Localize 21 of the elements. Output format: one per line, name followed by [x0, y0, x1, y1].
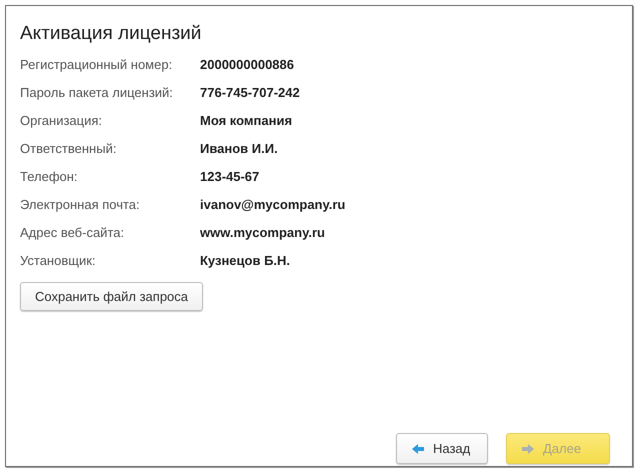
save-request-button[interactable]: Сохранить файл запроса — [20, 282, 204, 311]
field-value: 2000000000886 — [200, 56, 295, 74]
field-label: Адрес веб-сайта: — [20, 224, 126, 242]
field-label: Регистрационный номер: — [20, 56, 174, 74]
field-value: Кузнецов Б.Н. — [200, 252, 292, 270]
field-label: Ответственный: — [20, 140, 118, 158]
field-label: Телефон: — [20, 168, 79, 186]
field-value: 776-745-707-242 — [200, 84, 301, 102]
back-button[interactable]: Назад — [396, 433, 488, 464]
field-label: Организация: — [20, 112, 104, 130]
right-arrow-icon — [521, 442, 535, 454]
field-value: ivanov@mycompany.ru — [200, 196, 346, 214]
field-value: Иванов И.И. — [200, 140, 279, 158]
field-label: Электронная почта: — [20, 196, 141, 214]
window-title: Активация лицензий — [20, 23, 202, 45]
field-value: 123-45-67 — [200, 168, 260, 186]
field-value: Моя компания — [200, 112, 294, 130]
field-label: Пароль пакета лицензий: — [20, 84, 174, 102]
field-label: Установщик: — [20, 252, 96, 270]
field-value: www.mycompany.ru — [200, 224, 326, 242]
left-arrow-icon — [411, 442, 425, 454]
